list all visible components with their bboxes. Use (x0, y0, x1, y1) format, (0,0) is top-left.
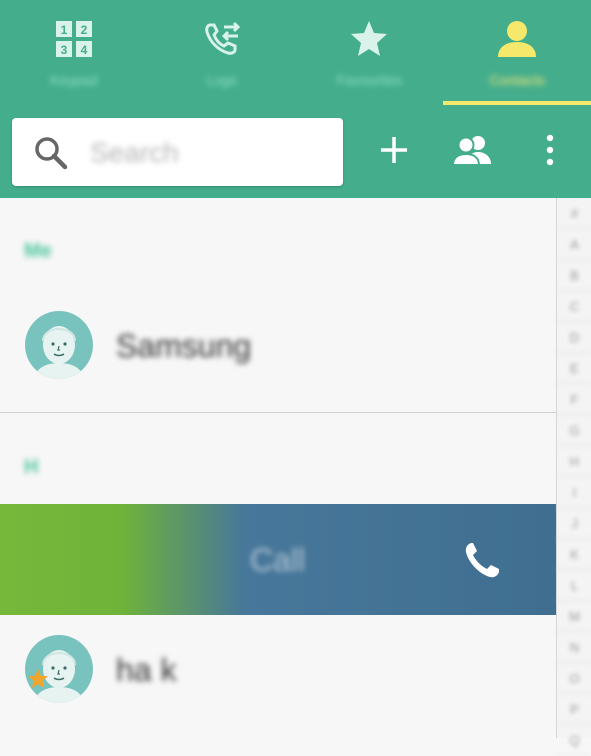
top-bar: 1 2 3 4 Keypad Logs Favourites Contacts … (0, 0, 591, 198)
svg-text:4: 4 (81, 43, 88, 57)
index-letter[interactable]: Q (557, 725, 591, 756)
more-vertical-icon (545, 134, 555, 171)
tab-logs[interactable]: Logs (148, 0, 296, 105)
plus-icon (378, 134, 410, 171)
index-letter[interactable]: D (557, 322, 591, 353)
search-box[interactable] (12, 118, 343, 186)
contact-list[interactable]: Me Samsung H ha k (0, 198, 556, 738)
tab-contacts-label: Contacts (489, 72, 545, 88)
index-letter[interactable]: I (557, 477, 591, 508)
index-letter[interactable]: K (557, 539, 591, 570)
active-tab-indicator (443, 101, 591, 105)
tab-contacts[interactable]: Contacts (443, 0, 591, 105)
index-list: # A B C D E F G H I J K L M N O P Q (557, 198, 591, 756)
tab-keypad[interactable]: 1 2 3 4 Keypad (0, 0, 148, 105)
keypad-icon: 1 2 3 4 (55, 18, 93, 60)
index-letter[interactable]: E (557, 353, 591, 384)
default-avatar-icon (33, 326, 85, 379)
search-input[interactable] (88, 134, 332, 172)
contact-row-samsung[interactable]: Samsung (0, 298, 556, 398)
index-letter[interactable]: P (557, 694, 591, 725)
tab-favourites-label: Favourites (336, 72, 403, 88)
section-header-h: H (24, 456, 39, 478)
section-divider (0, 412, 556, 413)
search-icon (34, 136, 68, 175)
person-icon (496, 18, 538, 60)
index-letter[interactable]: F (557, 384, 591, 415)
index-letter[interactable]: L (557, 570, 591, 601)
contact-name: Samsung (116, 328, 252, 364)
index-letter[interactable]: N (557, 632, 591, 663)
index-letter[interactable]: O (557, 663, 591, 694)
star-icon (349, 18, 389, 60)
tab-keypad-label: Keypad (50, 72, 98, 88)
add-contact-button[interactable] (368, 126, 420, 178)
svg-text:1: 1 (61, 23, 68, 37)
index-letter[interactable]: G (557, 415, 591, 446)
favourite-star-icon (27, 668, 49, 695)
svg-text:3: 3 (61, 43, 68, 57)
tab-favourites[interactable]: Favourites (296, 0, 444, 105)
index-letter[interactable]: # (557, 198, 591, 229)
swipe-call-label: Call (250, 542, 306, 578)
contact-row-ha-k[interactable]: ha k (0, 622, 556, 722)
index-letter[interactable]: M (557, 601, 591, 632)
tab-bar: 1 2 3 4 Keypad Logs Favourites Contacts (0, 0, 591, 105)
tab-logs-label: Logs (206, 72, 237, 88)
swipe-call-action[interactable]: Call (0, 504, 556, 615)
alphabet-index[interactable]: # A B C D E F G H I J K L M N O P Q (556, 198, 591, 756)
svg-text:2: 2 (81, 23, 88, 37)
more-options-button[interactable] (524, 126, 576, 178)
index-letter[interactable]: C (557, 291, 591, 322)
index-letter[interactable]: H (557, 446, 591, 477)
index-letter[interactable]: A (557, 229, 591, 260)
contact-name: ha k (116, 652, 177, 688)
call-log-icon (202, 18, 242, 60)
phone-icon (462, 540, 502, 585)
avatar (25, 311, 93, 379)
index-letter[interactable]: B (557, 260, 591, 291)
groups-button[interactable] (446, 126, 498, 178)
groups-icon (451, 134, 493, 171)
section-header-me: Me (24, 240, 52, 262)
index-letter[interactable]: J (557, 508, 591, 539)
